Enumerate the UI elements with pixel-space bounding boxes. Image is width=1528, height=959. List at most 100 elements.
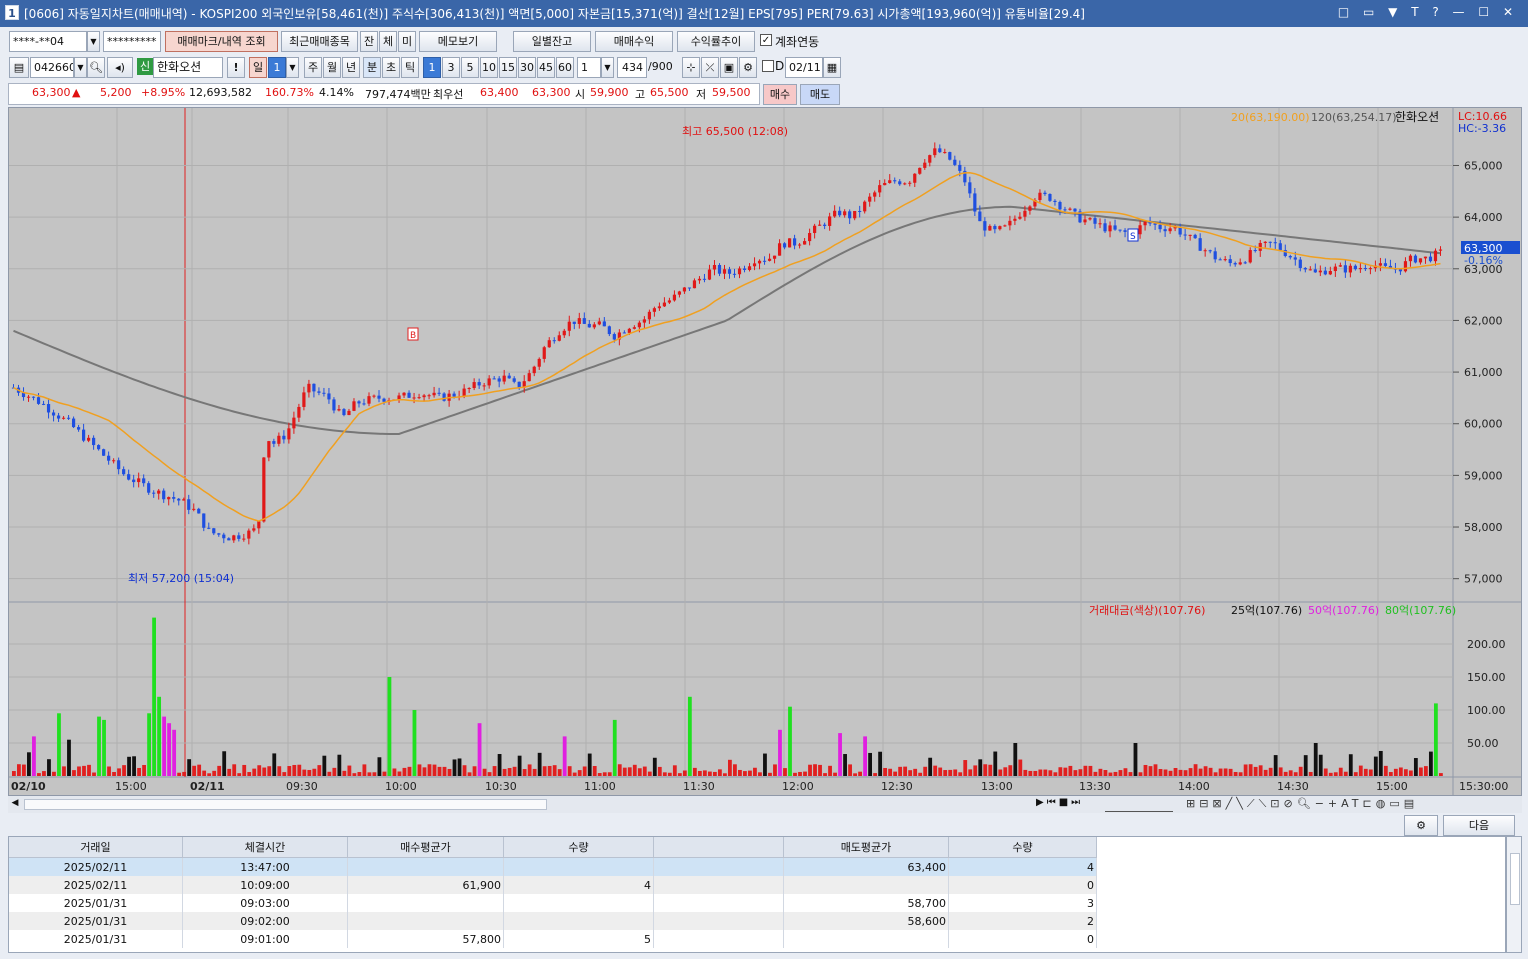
candle-body bbox=[41, 403, 46, 405]
volume-bar bbox=[803, 771, 807, 776]
search-icon[interactable]: 🔍︎ bbox=[87, 57, 105, 78]
alert-button[interactable]: ! bbox=[227, 57, 245, 78]
account-dropdown-icon[interactable]: ▼ bbox=[87, 31, 100, 52]
col-sell-qty[interactable]: 수량 bbox=[948, 837, 1097, 858]
period-minute-button[interactable]: 분 bbox=[363, 57, 381, 78]
interval-30[interactable]: 30 bbox=[518, 57, 536, 78]
scroll-thumb[interactable] bbox=[24, 799, 547, 810]
password-field[interactable]: ********* bbox=[103, 31, 161, 52]
candle-body bbox=[833, 210, 837, 217]
col-sell-avg[interactable]: 매도평균가 bbox=[783, 837, 949, 858]
period-day-n[interactable]: 1 bbox=[268, 57, 286, 78]
candle-body bbox=[212, 528, 216, 534]
scroll-left-icon[interactable]: ◀ bbox=[8, 798, 22, 811]
period-tick-button[interactable]: 틱 bbox=[401, 57, 419, 78]
candle-body bbox=[247, 530, 251, 539]
crosshair-icon[interactable]: ⤫ bbox=[701, 57, 719, 78]
candle-body bbox=[732, 273, 737, 275]
profit-trend-button[interactable]: 수익률추이 bbox=[677, 31, 755, 52]
bars-count-input[interactable]: 434 bbox=[617, 57, 647, 78]
indicator-icon[interactable]: ⊹ bbox=[682, 57, 700, 78]
price-chart[interactable]: 65,00064,00063,00062,00061,00060,00059,0… bbox=[9, 108, 1521, 795]
window-controls[interactable]: □ ▭ ▼ T ? — ☐ ✕ bbox=[1338, 5, 1518, 19]
candle-body bbox=[953, 159, 957, 165]
table-scrollbar[interactable] bbox=[1506, 836, 1522, 953]
period-dropdown-icon[interactable]: ▼ bbox=[286, 57, 299, 78]
col-buy-avg[interactable]: 매수평균가 bbox=[347, 837, 504, 858]
period-year-button[interactable]: 년 bbox=[342, 57, 360, 78]
period-week-button[interactable]: 주 bbox=[304, 57, 322, 78]
interval-1[interactable]: 1 bbox=[423, 57, 441, 78]
unexecuted-button[interactable]: 미 bbox=[398, 31, 416, 52]
volume-legend-50: 50억(107.76) bbox=[1308, 604, 1379, 617]
volume-bar bbox=[858, 771, 862, 776]
drawing-tools-icon[interactable]: ⊞⊟⊠╱╲⟋⟍⊡⊘🔍︎−+AT⊏◍▭▤ bbox=[1186, 797, 1418, 811]
date-checkbox[interactable] bbox=[762, 60, 774, 72]
volume-bar bbox=[57, 713, 61, 776]
table-scroll-thumb[interactable] bbox=[1510, 853, 1520, 905]
table-cell: 2025/01/31 bbox=[9, 912, 183, 930]
account-select[interactable]: ****-**04 bbox=[9, 31, 87, 52]
col-buy-qty[interactable]: 수량 bbox=[503, 837, 654, 858]
volume-bar bbox=[247, 772, 252, 776]
trade-mark-button[interactable]: 매매마크/내역 조회 bbox=[165, 31, 278, 52]
table-row[interactable]: 2025/01/31 09:03:00 58,700 3 bbox=[9, 894, 1097, 912]
calendar-icon[interactable]: ▦ bbox=[823, 57, 841, 78]
table-cell: 2025/01/31 bbox=[9, 930, 183, 948]
volume-bar bbox=[963, 760, 968, 776]
table-row[interactable]: 2025/01/31 09:02:00 58,600 2 bbox=[9, 912, 1097, 930]
interval-count-select[interactable]: 1 bbox=[577, 57, 601, 78]
table-row[interactable]: 2025/01/31 09:01:00 57,800 5 0 bbox=[9, 930, 1097, 948]
table-cell: 4 bbox=[948, 857, 1097, 876]
stock-code-input[interactable]: 042660 bbox=[30, 57, 74, 78]
speaker-icon[interactable]: ◂) bbox=[107, 57, 133, 78]
daily-balance-button[interactable]: 일별잔고 bbox=[513, 31, 591, 52]
trade-profit-button[interactable]: 매매수익 bbox=[595, 31, 673, 52]
interval-45[interactable]: 45 bbox=[537, 57, 555, 78]
col-trade-date[interactable]: 거래일 bbox=[9, 837, 183, 858]
account-link-checkbox[interactable]: ✓ bbox=[760, 34, 772, 46]
sell-button[interactable]: 매도 bbox=[800, 84, 840, 105]
save-icon[interactable]: ▣ bbox=[720, 57, 738, 78]
recent-trades-button[interactable]: 최근매매종목 bbox=[281, 31, 358, 52]
playback-controls[interactable]: ▶⏮■⏭ bbox=[1036, 797, 1083, 808]
gear-icon[interactable]: ⚙ bbox=[1404, 815, 1438, 836]
count-dropdown-icon[interactable]: ▼ bbox=[601, 57, 614, 78]
date-input[interactable]: 02/11 bbox=[785, 57, 823, 78]
stock-name-field[interactable]: 한화오션 bbox=[153, 57, 223, 78]
volume-bar bbox=[933, 765, 938, 776]
period-second-button[interactable]: 초 bbox=[382, 57, 400, 78]
layout-icon[interactable]: ▤ bbox=[9, 57, 29, 78]
volume-bars bbox=[12, 617, 1443, 776]
interval-3[interactable]: 3 bbox=[442, 57, 460, 78]
interval-15[interactable]: 15 bbox=[499, 57, 517, 78]
settings-icon[interactable]: ⚙ bbox=[739, 57, 757, 78]
period-day-button[interactable]: 일 bbox=[249, 57, 267, 78]
table-row[interactable]: 2025/02/11 13:47:00 63,400 4 bbox=[9, 857, 1097, 876]
interval-60[interactable]: 60 bbox=[556, 57, 574, 78]
buy-button[interactable]: 매수 bbox=[763, 84, 797, 105]
volume-bar bbox=[1043, 769, 1048, 776]
volume-bar bbox=[477, 723, 482, 776]
table-cell: 0 bbox=[948, 930, 1097, 948]
candle-body bbox=[432, 392, 436, 396]
zoom-slider[interactable] bbox=[1105, 797, 1173, 812]
candle-body bbox=[968, 182, 972, 194]
code-dropdown-icon[interactable]: ▼ bbox=[74, 57, 87, 78]
memo-button[interactable]: 메모보기 bbox=[419, 31, 497, 52]
period-month-button[interactable]: 월 bbox=[323, 57, 341, 78]
candle-body bbox=[1108, 225, 1112, 232]
candle-body bbox=[502, 375, 506, 382]
volume-bar bbox=[97, 716, 101, 776]
balance-button[interactable]: 잔 bbox=[360, 31, 378, 52]
chart-area[interactable]: 65,000 64,000 63,000 62,000 61,000 60,000 59,0… bbox=[8, 107, 1522, 796]
table-row[interactable]: 2025/02/11 10:09:00 61,900 4 0 bbox=[9, 876, 1097, 894]
volume-bar bbox=[392, 768, 397, 776]
next-button[interactable]: 다음 bbox=[1443, 815, 1515, 836]
interval-5[interactable]: 5 bbox=[461, 57, 479, 78]
executed-button[interactable]: 체 bbox=[379, 31, 397, 52]
interval-10[interactable]: 10 bbox=[480, 57, 498, 78]
volume-bar bbox=[1388, 772, 1393, 776]
col-exec-time[interactable]: 체결시간 bbox=[182, 837, 348, 858]
chart-scrollbar[interactable]: ◀ ▶⏮■⏭ ⊞⊟⊠╱╲⟋⟍⊡⊘🔍︎−+AT⊏◍▭▤ bbox=[8, 796, 1522, 813]
